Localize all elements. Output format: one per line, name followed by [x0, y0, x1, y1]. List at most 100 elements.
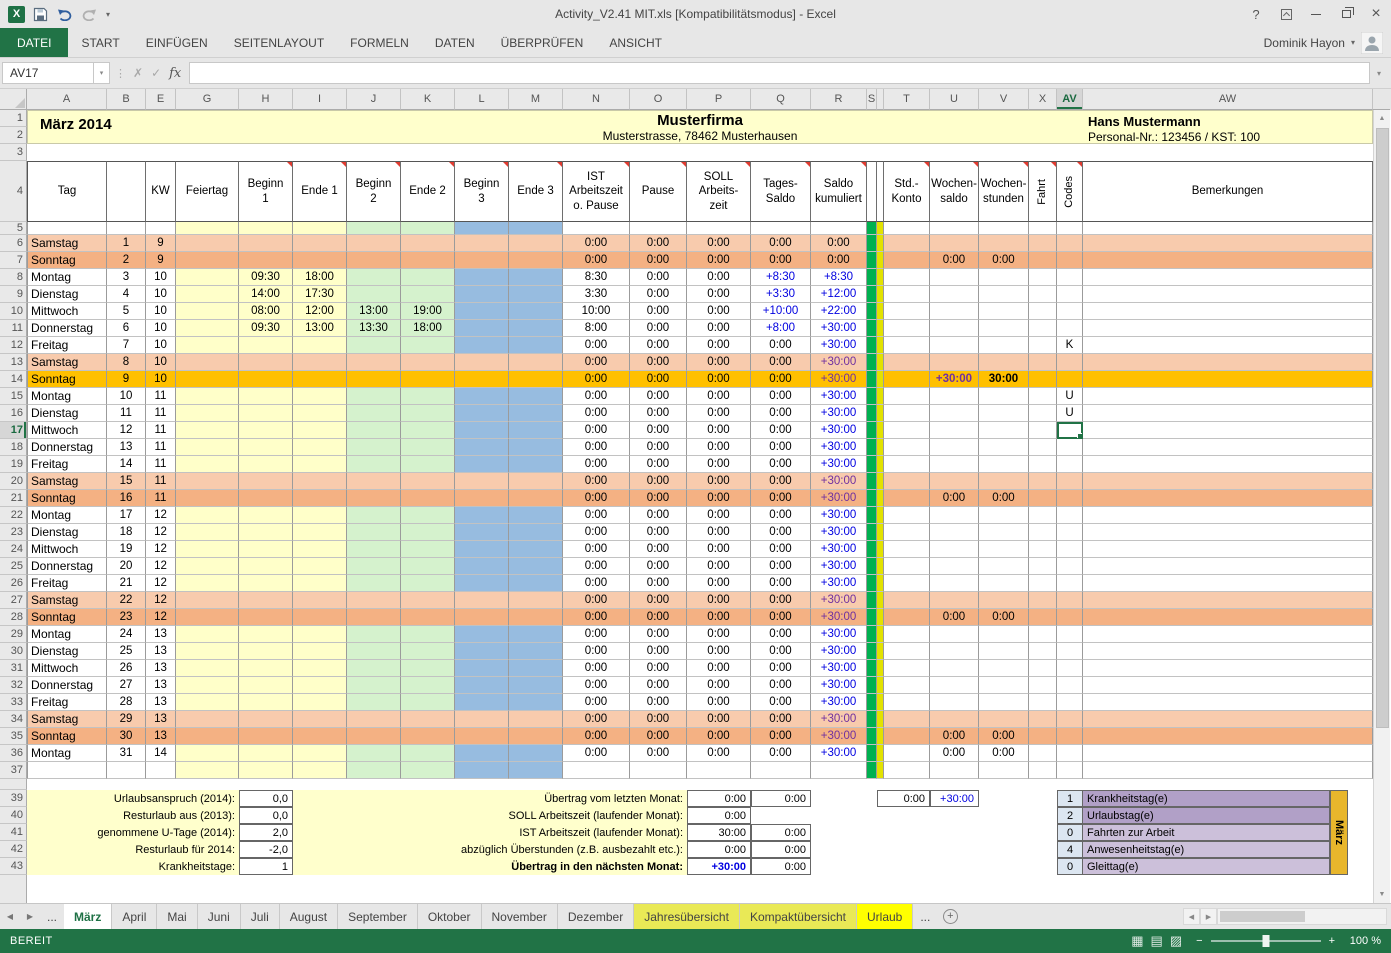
cell-B27[interactable]: 22	[107, 592, 146, 609]
cell-A14[interactable]: Sonntag	[27, 371, 107, 388]
cell-AV24[interactable]	[1057, 541, 1083, 558]
cell-P28[interactable]: 0:00	[687, 609, 751, 626]
cell-AW24[interactable]	[1083, 541, 1373, 558]
cell-N10[interactable]: 10:00	[563, 303, 630, 320]
cell-AV36[interactable]	[1057, 745, 1083, 762]
cell-S14[interactable]	[867, 371, 877, 388]
column-header-mini[interactable]	[877, 89, 884, 110]
column-header-T[interactable]: T	[884, 89, 930, 110]
scroll-down-icon[interactable]: ▼	[1374, 886, 1390, 903]
cell-V35[interactable]: 0:00	[979, 728, 1029, 745]
row-header-33[interactable]: 33	[0, 694, 27, 711]
cell-N28[interactable]: 0:00	[563, 609, 630, 626]
cell-Q11[interactable]: +8:00	[751, 320, 811, 337]
sheet-tab-juni[interactable]: Juni	[198, 904, 241, 929]
cell-P37[interactable]	[687, 762, 751, 779]
cell-U19[interactable]	[930, 456, 979, 473]
cell-U27[interactable]	[930, 592, 979, 609]
table-header-H[interactable]: Beginn 1	[239, 161, 293, 222]
cell-H21[interactable]	[239, 490, 293, 507]
row-header-15[interactable]: 15	[0, 388, 27, 405]
cell-V31[interactable]	[979, 660, 1029, 677]
cell-L27[interactable]	[455, 592, 509, 609]
sheet-tab-kompakt-bersicht[interactable]: Kompaktübersicht	[740, 904, 857, 929]
cell-U12[interactable]	[930, 337, 979, 354]
cell-U7[interactable]: 0:00	[930, 252, 979, 269]
sheet-tab-mai[interactable]: Mai	[157, 904, 197, 929]
cell-AV32[interactable]	[1057, 677, 1083, 694]
cell-P15[interactable]: 0:00	[687, 388, 751, 405]
ribbon-tab-seitenlayout[interactable]: SEITENLAYOUT	[221, 28, 337, 57]
enter-icon[interactable]: ✓	[151, 66, 161, 80]
cell-N24[interactable]: 0:00	[563, 541, 630, 558]
cell-M31[interactable]	[509, 660, 563, 677]
cell-U20[interactable]	[930, 473, 979, 490]
cell-Q9[interactable]: +3:30	[751, 286, 811, 303]
cell-A26[interactable]: Freitag	[27, 575, 107, 592]
cell-AW32[interactable]	[1083, 677, 1373, 694]
cell-S221[interactable]	[877, 490, 884, 507]
cell-K12[interactable]	[401, 337, 455, 354]
zoom-out-icon[interactable]: −	[1196, 935, 1202, 947]
cell-E17[interactable]: 11	[146, 422, 176, 439]
row-header-34[interactable]: 34	[0, 711, 27, 728]
cell-AV9[interactable]	[1057, 286, 1083, 303]
cell-S213[interactable]	[877, 354, 884, 371]
cell-S12[interactable]	[867, 337, 877, 354]
cell-E37[interactable]	[146, 762, 176, 779]
cell-Q25[interactable]: 0:00	[751, 558, 811, 575]
cell-AV20[interactable]	[1057, 473, 1083, 490]
cell-S226[interactable]	[877, 575, 884, 592]
cell-J35[interactable]	[347, 728, 401, 745]
cell-J13[interactable]	[347, 354, 401, 371]
cell-K26[interactable]	[401, 575, 455, 592]
table-header-J[interactable]: Beginn 2	[347, 161, 401, 222]
cell-L22[interactable]	[455, 507, 509, 524]
cell-X25[interactable]	[1029, 558, 1057, 575]
cell-Q23[interactable]: 0:00	[751, 524, 811, 541]
cell-R40[interactable]	[811, 807, 867, 824]
cell-S43[interactable]	[867, 858, 877, 875]
cell-K18[interactable]	[401, 439, 455, 456]
cell-J22[interactable]	[347, 507, 401, 524]
cell-X42[interactable]	[1029, 841, 1057, 858]
cell-O11[interactable]: 0:00	[630, 320, 687, 337]
cell-A30[interactable]: Dienstag	[27, 643, 107, 660]
cell-S218[interactable]	[877, 439, 884, 456]
ribbon-tab-ansicht[interactable]: ANSICHT	[596, 28, 675, 57]
cell-H16[interactable]	[239, 405, 293, 422]
cell-AV27[interactable]	[1057, 592, 1083, 609]
cell-Q5[interactable]	[751, 222, 811, 235]
cell-R28[interactable]: +30:00	[811, 609, 867, 626]
cell-T29[interactable]	[884, 626, 930, 643]
select-all-corner[interactable]	[0, 89, 27, 110]
cell-E14[interactable]: 10	[146, 371, 176, 388]
row-header-23[interactable]: 23	[0, 524, 27, 541]
cell-X10[interactable]	[1029, 303, 1057, 320]
cell-A20[interactable]: Samstag	[27, 473, 107, 490]
minimize-button[interactable]	[1301, 0, 1331, 28]
cell-J23[interactable]	[347, 524, 401, 541]
cell-X40[interactable]	[1029, 807, 1057, 824]
cell-V21[interactable]: 0:00	[979, 490, 1029, 507]
cell-I26[interactable]	[293, 575, 347, 592]
cell-E11[interactable]: 10	[146, 320, 176, 337]
cell-N27[interactable]: 0:00	[563, 592, 630, 609]
cell-Q12[interactable]: 0:00	[751, 337, 811, 354]
cell-M8[interactable]	[509, 269, 563, 286]
table-header-R[interactable]: Saldo kumuliert	[811, 161, 867, 222]
cell-K37[interactable]	[401, 762, 455, 779]
cell-N30[interactable]: 0:00	[563, 643, 630, 660]
cell-U39[interactable]: +30:00	[930, 790, 979, 807]
cell-R5[interactable]	[811, 222, 867, 235]
cell-AW31[interactable]	[1083, 660, 1373, 677]
cell-X35[interactable]	[1029, 728, 1057, 745]
cell-L25[interactable]	[455, 558, 509, 575]
cell-G9[interactable]	[176, 286, 239, 303]
user-menu-chevron-icon[interactable]: ▾	[1351, 38, 1355, 47]
cell-J9[interactable]	[347, 286, 401, 303]
cell-R6[interactable]: 0:00	[811, 235, 867, 252]
cell-S17[interactable]	[867, 422, 877, 439]
zoom-slider-thumb[interactable]	[1262, 935, 1269, 947]
cell-B17[interactable]: 12	[107, 422, 146, 439]
